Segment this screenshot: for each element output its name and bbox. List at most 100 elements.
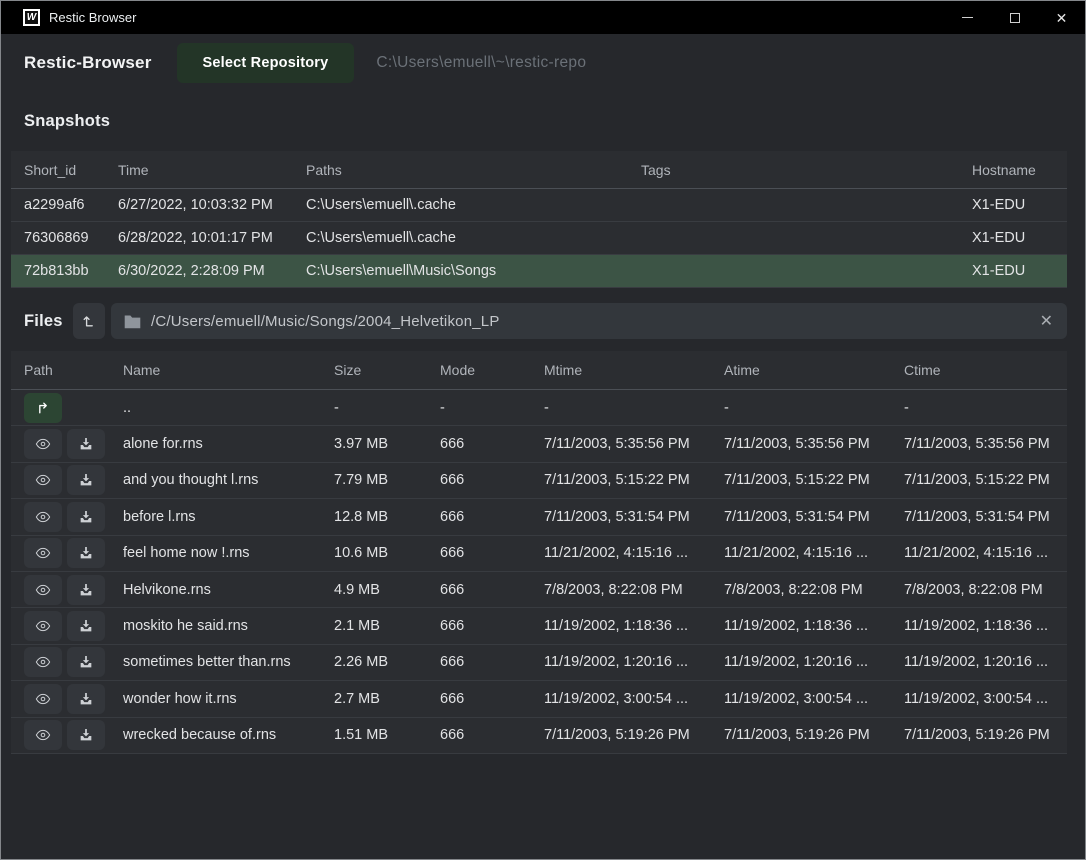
select-repository-button[interactable]: Select Repository [177,43,355,83]
preview-file-button[interactable] [24,575,62,605]
files-heading: Files [24,312,63,331]
snapshot-time: 6/30/2022, 2:28:09 PM [105,263,293,279]
preview-file-button[interactable] [24,647,62,677]
snapshots-table-header: Short_id Time Paths Tags Hostname [11,151,1067,189]
snapshot-hostname: X1-EDU [959,263,1067,279]
preview-file-button[interactable] [24,611,62,641]
download-icon [78,545,94,561]
download-file-button[interactable] [67,647,105,677]
current-path-text: /C/Users/emuell/Music/Songs/2004_Helveti… [151,313,500,330]
preview-file-button[interactable] [24,502,62,532]
column-header-time: Time [105,162,293,178]
window-title: Restic Browser [49,10,136,25]
file-ctime: 7/11/2003, 5:19:26 PM [891,727,1067,743]
app-window: W Restic Browser ✕ Restic-Browser Select… [0,0,1086,860]
eye-icon [34,472,52,488]
file-mode: 666 [427,727,531,743]
download-file-button[interactable] [67,575,105,605]
file-row: and you thought l.rns 7.79 MB 666 7/11/2… [11,463,1067,499]
file-mtime: 7/11/2003, 5:31:54 PM [531,509,711,525]
file-ctime: 11/21/2002, 4:15:16 ... [891,545,1067,561]
eye-icon [34,654,52,670]
file-ctime: 7/11/2003, 5:35:56 PM [891,436,1067,452]
eye-icon [34,509,52,525]
file-size: - [321,400,427,416]
preview-file-button[interactable] [24,465,62,495]
eye-icon [34,618,52,634]
download-file-button[interactable] [67,502,105,532]
preview-file-button[interactable] [24,684,62,714]
file-atime: 7/11/2003, 5:31:54 PM [711,509,891,525]
maximize-button[interactable] [991,1,1038,34]
repository-path: C:\Users\emuell\~\restic-repo [376,54,586,72]
file-mode: 666 [427,582,531,598]
file-row: before l.rns 12.8 MB 666 7/11/2003, 5:31… [11,499,1067,535]
file-size: 1.51 MB [321,727,427,743]
snapshot-row[interactable]: 72b813bb 6/30/2022, 2:28:09 PM C:\Users\… [11,255,1067,288]
column-header-hostname: Hostname [959,162,1067,178]
up-then-right-arrow-icon [35,400,51,416]
current-path-bar[interactable]: /C/Users/emuell/Music/Songs/2004_Helveti… [111,303,1067,339]
file-mtime: 7/8/2003, 8:22:08 PM [531,582,711,598]
file-atime: 11/19/2002, 3:00:54 ... [711,691,891,707]
snapshot-paths: C:\Users\emuell\Music\Songs [293,263,628,279]
file-mode: 666 [427,618,531,634]
file-mode: - [427,400,531,416]
file-size: 2.26 MB [321,654,427,670]
file-atime: 7/11/2003, 5:19:26 PM [711,727,891,743]
file-size: 7.79 MB [321,472,427,488]
file-ctime: 11/19/2002, 1:20:16 ... [891,654,1067,670]
file-atime: 11/19/2002, 1:20:16 ... [711,654,891,670]
go-to-root-button[interactable] [73,303,105,339]
wails-logo-icon: W [23,9,40,26]
file-size: 2.7 MB [321,691,427,707]
preview-file-button[interactable] [24,538,62,568]
snapshot-paths: C:\Users\emuell\.cache [293,230,628,246]
file-row: sometimes better than.rns 2.26 MB 666 11… [11,645,1067,681]
file-name: and you thought l.rns [110,472,321,488]
file-row: feel home now !.rns 10.6 MB 666 11/21/20… [11,536,1067,572]
column-header-name: Name [110,362,321,378]
files-table-header: Path Name Size Mode Mtime Atime Ctime [11,351,1067,390]
file-row: wrecked because of.rns 1.51 MB 666 7/11/… [11,718,1067,754]
column-header-short-id: Short_id [11,162,105,178]
file-mode: 666 [427,654,531,670]
file-size: 3.97 MB [321,436,427,452]
eye-icon [34,545,52,561]
files-rows: alone for.rns 3.97 MB 666 7/11/2003, 5:3… [11,426,1067,754]
download-file-button[interactable] [67,720,105,750]
parent-directory-button[interactable] [24,393,62,423]
close-button[interactable]: ✕ [1038,1,1085,34]
snapshot-row[interactable]: a2299af6 6/27/2022, 10:03:32 PM C:\Users… [11,189,1067,222]
parent-directory-row: .. - - - - - [11,390,1067,426]
download-icon [78,582,94,598]
download-file-button[interactable] [67,684,105,714]
file-mtime: 7/11/2003, 5:15:22 PM [531,472,711,488]
snapshot-row[interactable]: 76306869 6/28/2022, 10:01:17 PM C:\Users… [11,222,1067,255]
preview-file-button[interactable] [24,429,62,459]
download-file-button[interactable] [67,429,105,459]
download-file-button[interactable] [67,465,105,495]
download-icon [78,618,94,634]
file-mode: 666 [427,509,531,525]
file-row: moskito he said.rns 2.1 MB 666 11/19/200… [11,608,1067,644]
eye-icon [34,582,52,598]
file-mtime: 7/11/2003, 5:35:56 PM [531,436,711,452]
preview-file-button[interactable] [24,720,62,750]
column-header-path: Path [11,362,110,378]
clear-path-button[interactable]: ✕ [1040,311,1053,331]
download-icon [78,727,94,743]
file-size: 4.9 MB [321,582,427,598]
download-file-button[interactable] [67,538,105,568]
level-up-icon [81,313,97,329]
app-header: Restic-Browser Select Repository C:\User… [1,34,1085,91]
file-mtime: 11/21/2002, 4:15:16 ... [531,545,711,561]
download-icon [78,472,94,488]
file-size: 10.6 MB [321,545,427,561]
download-file-button[interactable] [67,611,105,641]
column-header-mtime: Mtime [531,362,711,378]
file-mtime: 11/19/2002, 3:00:54 ... [531,691,711,707]
file-row: alone for.rns 3.97 MB 666 7/11/2003, 5:3… [11,426,1067,462]
column-header-tags: Tags [628,162,959,178]
minimize-button[interactable] [944,1,991,34]
